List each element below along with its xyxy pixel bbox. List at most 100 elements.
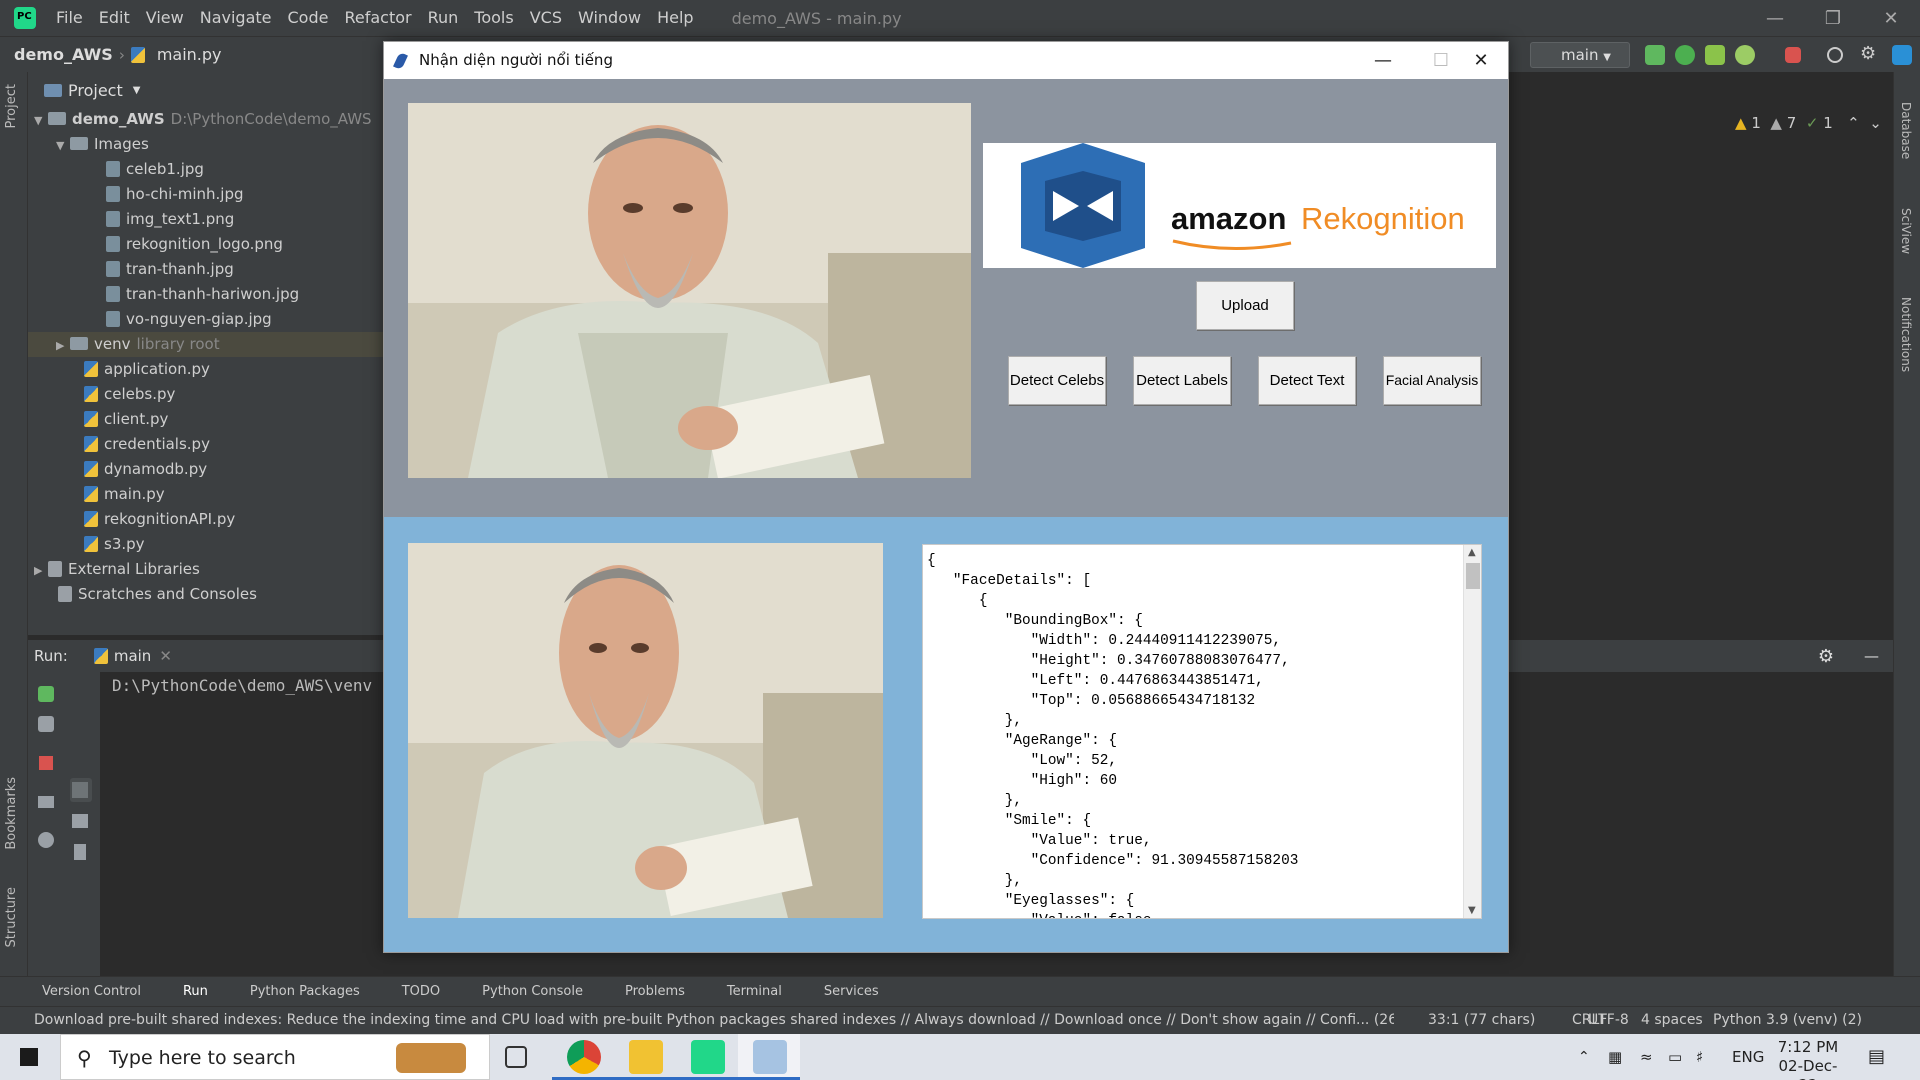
tab-run[interactable]: Run [183, 984, 222, 999]
run-configuration-select[interactable]: main ▼ [1530, 42, 1630, 68]
chevron-down-icon[interactable]: ⌄ [1869, 114, 1882, 132]
stripe-database-tab[interactable]: Database [1899, 102, 1913, 159]
notifications-icon[interactable]: ▤ [1868, 1034, 1885, 1080]
file-explorer-icon[interactable] [629, 1040, 663, 1074]
pycharm-taskbar-icon[interactable] [691, 1040, 725, 1074]
close-icon[interactable]: ✕ [1862, 8, 1920, 29]
stripe-project-tab[interactable]: Project [4, 84, 19, 128]
hide-icon[interactable]: — [1864, 647, 1879, 665]
python-interpreter[interactable]: Python 3.9 (venv) (2) [1713, 1007, 1862, 1034]
task-view-icon[interactable] [505, 1046, 527, 1068]
chevron-up-icon[interactable]: ⌃ [1847, 114, 1860, 132]
scroll-down-icon[interactable]: ▼ [1468, 905, 1476, 916]
detect-labels-button[interactable]: Detect Labels [1133, 356, 1231, 405]
menu-tools[interactable]: Tools [466, 0, 521, 36]
tab-terminal[interactable]: Terminal [727, 984, 796, 999]
status-message[interactable]: Download pre-built shared indexes: Reduc… [34, 1007, 1394, 1034]
tray-volume-icon[interactable]: ♯ [1696, 1034, 1703, 1080]
tree-file[interactable]: celeb1.jpg [106, 157, 204, 182]
json-output-textbox[interactable]: { "FaceDetails": [ { "BoundingBox": { "W… [922, 544, 1482, 919]
file-encoding[interactable]: UTF-8 [1588, 1007, 1629, 1034]
tree-file[interactable]: tran-thanh.jpg [106, 257, 234, 282]
trash-icon[interactable] [74, 844, 86, 860]
tab-problems[interactable]: Problems [625, 984, 699, 999]
tree-file[interactable]: application.py [84, 357, 210, 382]
pin-icon[interactable] [38, 832, 54, 848]
breadcrumb-file[interactable]: main.py [151, 45, 228, 64]
rerun-icon[interactable] [38, 686, 54, 702]
gear-icon[interactable]: ⚙ [1818, 646, 1834, 667]
minimize-icon[interactable]: — [1746, 8, 1804, 29]
tab-todo[interactable]: TODO [402, 984, 454, 999]
breadcrumb-project[interactable]: demo_AWS [8, 45, 119, 64]
stripe-structure-tab[interactable]: Structure [4, 887, 19, 947]
tab-services[interactable]: Services [824, 984, 893, 999]
tree-file[interactable]: img_text1.png [106, 207, 234, 232]
tree-file[interactable]: ho-chi-minh.jpg [106, 182, 243, 207]
upload-button[interactable]: Upload [1196, 281, 1294, 330]
tree-file[interactable]: s3.py [84, 532, 145, 557]
facial-analysis-button[interactable]: Facial Analysis [1383, 356, 1481, 405]
editor-area[interactable] [1506, 108, 1893, 618]
debug-icon[interactable] [1675, 45, 1695, 65]
tree-file[interactable]: main.py [84, 482, 165, 507]
tray-clock[interactable]: 7:12 PM 02-Dec-22 [1774, 1034, 1842, 1080]
tree-venv-folder[interactable]: ▶ venv library root [28, 332, 388, 357]
restore-icon[interactable]: ❐ [1804, 8, 1862, 29]
plugin-icon[interactable] [1892, 45, 1912, 65]
close-tab-icon[interactable]: ✕ [159, 647, 172, 665]
scroll-to-end-icon[interactable] [70, 778, 92, 802]
tree-file[interactable]: client.py [84, 407, 168, 432]
wrench-icon[interactable] [38, 716, 54, 732]
rerun-icon[interactable] [1645, 45, 1665, 65]
tab-python-console[interactable]: Python Console [482, 984, 597, 999]
tray-language[interactable]: ENG [1732, 1034, 1764, 1080]
print-icon[interactable] [72, 814, 88, 828]
menu-view[interactable]: View [138, 0, 192, 36]
profile-icon[interactable] [1735, 45, 1755, 65]
menu-code[interactable]: Code [280, 0, 337, 36]
tree-root[interactable]: ▼ demo_AWS D:\PythonCode\demo_AWS [34, 107, 372, 132]
tree-file[interactable]: celebs.py [84, 382, 175, 407]
scrollbar-thumb[interactable] [1466, 563, 1480, 589]
tray-network-icon[interactable]: ▦ [1608, 1034, 1622, 1080]
gear-icon[interactable]: ⚙ [1860, 43, 1880, 64]
detect-celebs-button[interactable]: Detect Celebs [1008, 356, 1106, 405]
tree-scratches[interactable]: Scratches and Consoles [58, 582, 257, 607]
tray-chevron-up-icon[interactable]: ⌃ [1578, 1034, 1590, 1080]
tree-external-libraries[interactable]: ▶ External Libraries [34, 557, 200, 582]
menu-window[interactable]: Window [570, 0, 649, 36]
tab-version-control[interactable]: Version Control [42, 984, 155, 999]
menu-vcs[interactable]: VCS [522, 0, 570, 36]
project-panel-title[interactable]: Project [68, 81, 123, 100]
stripe-sciview-tab[interactable]: SciView [1899, 208, 1913, 254]
menu-navigate[interactable]: Navigate [192, 0, 280, 36]
menu-edit[interactable]: Edit [91, 0, 138, 36]
stripe-bookmarks-tab[interactable]: Bookmarks [4, 777, 19, 850]
chevron-down-icon[interactable]: ▼ [133, 85, 141, 96]
tree-file[interactable]: dynamodb.py [84, 457, 207, 482]
tree-file[interactable]: vo-nguyen-giap.jpg [106, 307, 272, 332]
inspection-widget[interactable]: ▲ 1 ▲ 7 ✓ 1 ⌃ ⌄ [1735, 114, 1882, 132]
close-icon[interactable]: ✕ [1452, 42, 1510, 79]
stripe-notifications-tab[interactable]: Notifications [1899, 297, 1913, 372]
indent-setting[interactable]: 4 spaces [1641, 1007, 1703, 1034]
search-icon[interactable] [1827, 47, 1843, 63]
scroll-up-icon[interactable]: ▲ [1468, 547, 1476, 558]
detect-text-button[interactable]: Detect Text [1258, 356, 1356, 405]
tab-python-packages[interactable]: Python Packages [250, 984, 374, 999]
windows-start-icon[interactable] [20, 1048, 38, 1066]
json-scrollbar[interactable]: ▲ ▼ [1463, 545, 1481, 918]
tray-wifi-icon[interactable]: ≈ [1640, 1034, 1653, 1080]
menu-refactor[interactable]: Refactor [336, 0, 419, 36]
tree-file[interactable]: rekognition_logo.png [106, 232, 283, 257]
tree-images-folder[interactable]: ▼ Images [56, 132, 149, 157]
menu-run[interactable]: Run [420, 0, 467, 36]
menu-help[interactable]: Help [649, 0, 701, 36]
coverage-icon[interactable] [1705, 45, 1725, 65]
caret-position[interactable]: 33:1 (77 chars) [1428, 1007, 1535, 1034]
stop-icon[interactable] [39, 756, 53, 770]
tree-file[interactable]: rekognitionAPI.py [84, 507, 235, 532]
taskbar-search-box[interactable]: ⚲ Type here to search [60, 1034, 490, 1080]
menu-file[interactable]: File [48, 0, 91, 36]
